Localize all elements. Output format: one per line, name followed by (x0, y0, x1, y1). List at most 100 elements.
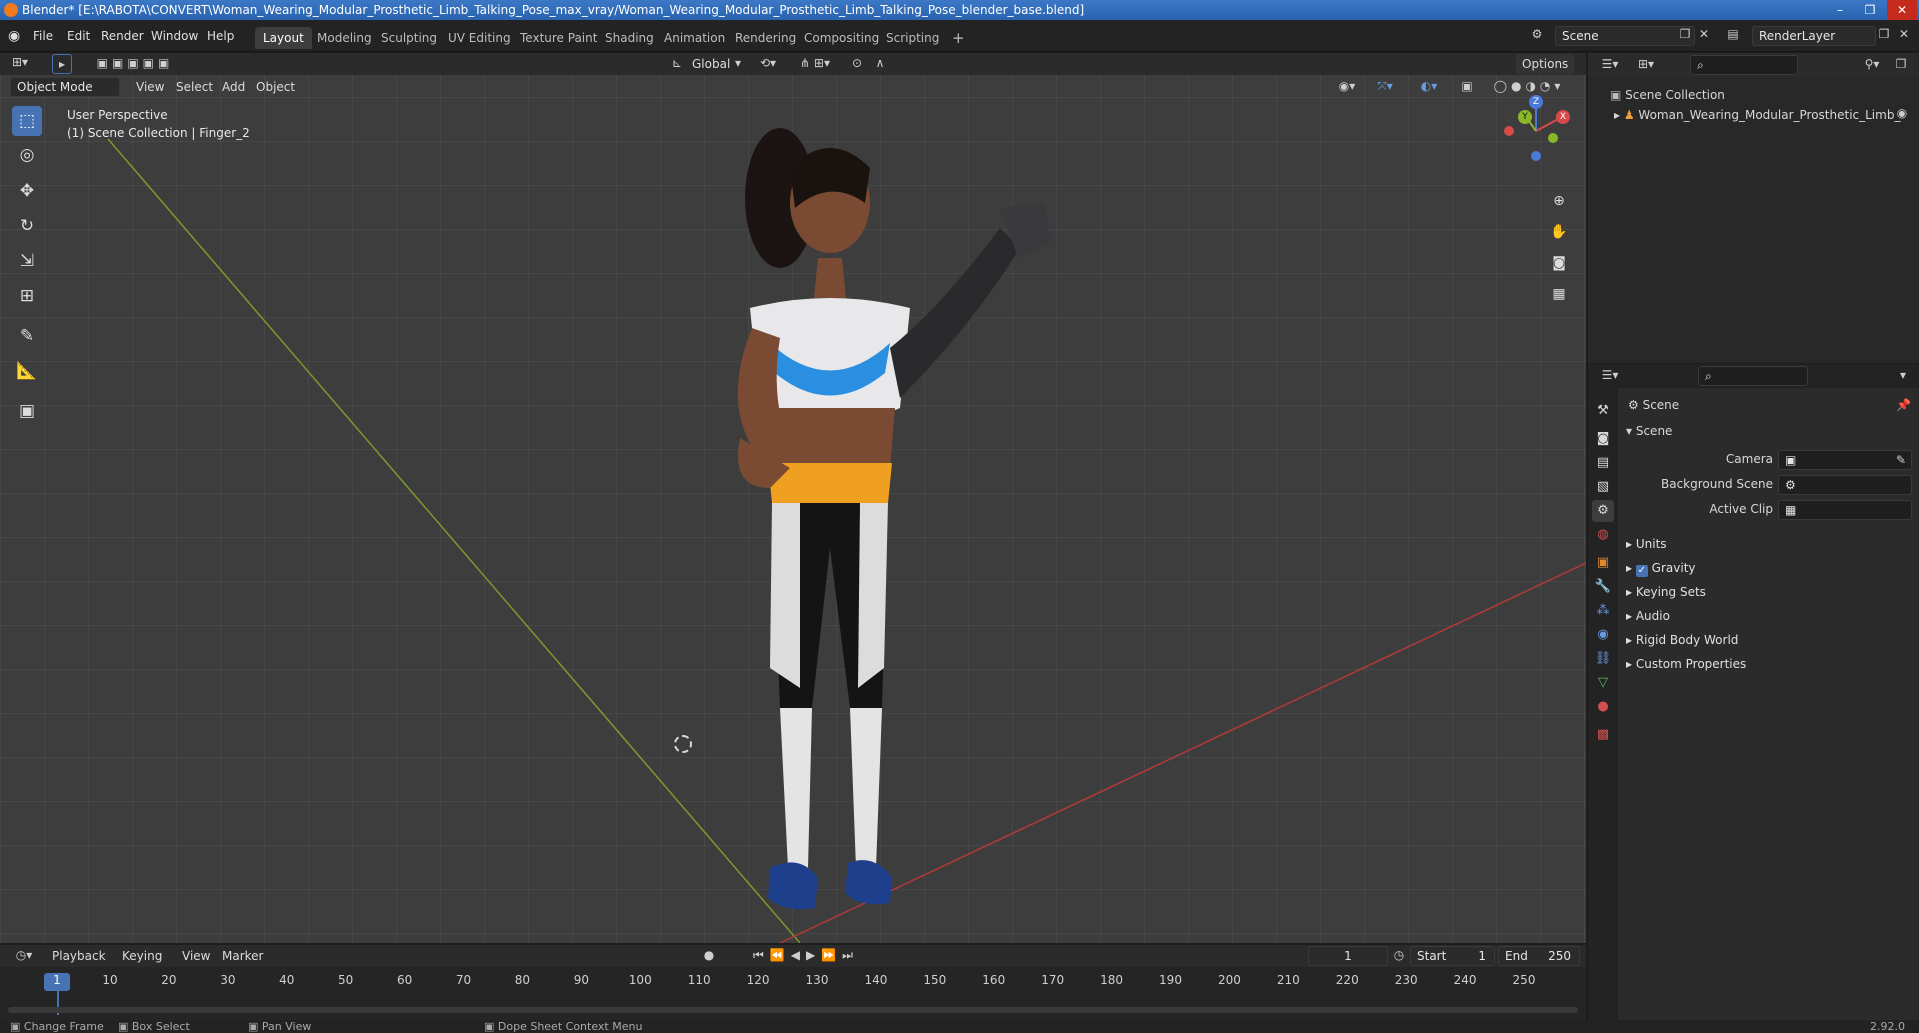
tab-animation[interactable]: Animation (656, 27, 733, 49)
particles-tab-icon[interactable]: ⁂ (1592, 600, 1614, 622)
outliner-editor-icon[interactable]: ☰▾ (1596, 57, 1624, 71)
tab-texture-paint[interactable]: Texture Paint (512, 27, 605, 49)
cursor-tool-icon[interactable]: ◎ (12, 140, 42, 170)
constraints-tab-icon[interactable]: ⛓ (1592, 648, 1614, 670)
menu-window[interactable]: Window (144, 26, 205, 46)
timeline-menu-view[interactable]: View (176, 946, 216, 966)
object-tab-icon[interactable]: ▣ (1592, 552, 1614, 574)
viewport-3d[interactable]: User Perspective (1) Scene Collection | … (0, 53, 1586, 943)
texture-tab-icon[interactable]: ▩ (1592, 724, 1614, 746)
transform-orientation-dropdown[interactable]: Global (686, 54, 736, 74)
playback-controls-icons[interactable]: ⏮⏪◀▶⏩⏭ (746, 948, 866, 963)
modifier-tab-icon[interactable]: 🔧 (1592, 576, 1614, 598)
menu-render[interactable]: Render (94, 26, 151, 46)
filter-icon[interactable]: ⚲▾ (1858, 57, 1886, 71)
gizmo-neg-z[interactable] (1531, 151, 1541, 161)
delete-scene-icon[interactable]: ✕ (1697, 27, 1711, 41)
gravity-checkbox[interactable]: ✓ (1635, 565, 1648, 577)
delete-render-layer-icon[interactable]: ✕ (1897, 27, 1911, 41)
start-frame-field[interactable]: Start 1 (1410, 946, 1495, 966)
scene-name-field[interactable]: Scene (1555, 26, 1695, 46)
maximize-button[interactable]: ❐ (1855, 0, 1885, 20)
tab-uv-editing[interactable]: UV Editing (440, 27, 519, 49)
transform-orientation-icon[interactable]: ⊾ (670, 56, 684, 70)
scene-icon[interactable]: ⚙ (1528, 27, 1546, 41)
move-tool-icon[interactable]: ✥ (12, 176, 42, 206)
timeline-scrollbar[interactable] (8, 1007, 1578, 1013)
render-tab-icon[interactable]: ◙ (1592, 428, 1614, 450)
display-mode-icon[interactable]: ⊞▾ (1632, 57, 1660, 71)
properties-search-input[interactable]: ⌕ (1698, 366, 1808, 386)
object-mode-dropdown[interactable]: Object Mode (10, 77, 120, 97)
panel-rigid-body-world[interactable]: ▸ Rigid Body World (1626, 628, 1738, 652)
tab-scripting[interactable]: Scripting (878, 27, 947, 49)
camera-field[interactable]: ▣ (1778, 450, 1912, 470)
timeline-menu-marker[interactable]: Marker (216, 946, 269, 966)
xray-toggle-icon[interactable]: ▣ (1460, 79, 1474, 93)
proportional-edit-icon[interactable]: ⊙ (850, 56, 864, 70)
tab-modeling[interactable]: Modeling (309, 27, 380, 49)
tab-compositing[interactable]: Compositing (796, 27, 887, 49)
tab-shading[interactable]: Shading (597, 27, 662, 49)
view-layer-tab-icon[interactable]: ▧ (1592, 476, 1614, 498)
transform-tool-icon[interactable]: ⊞ (12, 281, 42, 311)
close-button[interactable]: ✕ (1887, 0, 1917, 20)
new-scene-icon[interactable]: ❐ (1678, 27, 1692, 41)
render-layer-icon[interactable]: ▤ (1724, 27, 1742, 41)
minimize-button[interactable]: – (1825, 0, 1855, 20)
ortho-grid-icon[interactable]: ▦ (1546, 281, 1572, 307)
measure-tool-icon[interactable]: 📐 (12, 356, 42, 386)
rotate-tool-icon[interactable]: ↻ (12, 211, 42, 241)
gizmo-neg-x[interactable] (1504, 126, 1514, 136)
timeline-ruler[interactable]: 1 10 20 30 40 50 60 70 80 90 100 110 120 130 140 150 160… (0, 973, 1586, 991)
snap-icon[interactable]: ⋔ ⊞▾ (790, 56, 840, 70)
new-collection-icon[interactable]: ❐ (1893, 57, 1909, 71)
end-frame-field[interactable]: End 250 (1498, 946, 1580, 966)
eyedropper-icon[interactable]: ✎ (1894, 453, 1908, 467)
panel-custom-properties[interactable]: ▸ Custom Properties (1626, 652, 1746, 676)
data-tab-icon[interactable]: ▽ (1592, 672, 1614, 694)
eye-icon[interactable]: ◉ (1894, 106, 1910, 120)
add-cube-tool-icon[interactable]: ▣ (12, 396, 42, 426)
new-render-layer-icon[interactable]: ❐ (1877, 27, 1891, 41)
panel-keying-sets[interactable]: ▸ Keying Sets (1626, 580, 1706, 604)
annotate-tool-icon[interactable]: ✎ (12, 321, 42, 351)
material-tab-icon[interactable]: ● (1592, 696, 1614, 718)
outliner-item[interactable]: ▸ ♟ Woman_Wearing_Modular_Prosthetic_Lim… (1614, 105, 1914, 125)
render-layer-field[interactable]: RenderLayer (1752, 26, 1876, 46)
current-frame-field[interactable]: 1 (1308, 946, 1388, 966)
scene-section-header[interactable]: ▾ Scene (1626, 420, 1672, 442)
pin-icon[interactable]: 📌 (1896, 398, 1911, 412)
properties-editor-icon[interactable]: ☰▾ (1596, 368, 1624, 382)
3d-cursor-icon[interactable] (674, 735, 692, 753)
viewport-menu-select[interactable]: Select (170, 77, 219, 97)
character-model[interactable] (700, 108, 1100, 943)
options-dropdown[interactable]: Options (1516, 54, 1575, 74)
record-icon[interactable]: ● (702, 948, 716, 962)
menu-help[interactable]: Help (200, 26, 241, 46)
expand-arrow-icon[interactable]: ▸ (1614, 108, 1624, 122)
menu-edit[interactable]: Edit (60, 26, 97, 46)
physics-tab-icon[interactable]: ◉ (1592, 624, 1614, 646)
viewport-menu-object[interactable]: Object (250, 77, 301, 97)
chevron-down-icon[interactable]: ▾ (733, 56, 743, 70)
gizmo-neg-y[interactable] (1548, 133, 1558, 143)
timeline-menu-keying[interactable]: Keying (116, 946, 168, 966)
camera-view-icon[interactable]: ◙ (1546, 250, 1572, 276)
select-box-modes-icon[interactable]: ▣▣▣▣▣ (90, 56, 180, 70)
gizmo-y[interactable]: Y (1518, 110, 1532, 124)
clock-icon[interactable]: ◷ (1392, 948, 1406, 962)
shading-mode-icons[interactable]: ◯●◑◔▾ (1484, 79, 1574, 93)
scene-tab-icon[interactable]: ⚙ (1592, 500, 1614, 522)
timeline-editor-icon[interactable]: ◷▾ (10, 948, 38, 962)
world-tab-icon[interactable]: ◍ (1592, 524, 1614, 546)
tab-sculpting[interactable]: Sculpting (373, 27, 445, 49)
blender-menu-icon[interactable]: ◉ (8, 28, 20, 44)
gizmo-x[interactable]: X (1556, 110, 1570, 124)
zoom-icon[interactable]: ⊕ (1546, 188, 1572, 214)
pivot-point-icon[interactable]: ⟲▾ (756, 56, 780, 70)
falloff-icon[interactable]: ∧ (870, 56, 890, 70)
tab-rendering[interactable]: Rendering (727, 27, 804, 49)
menu-file[interactable]: File (26, 26, 60, 46)
active-clip-field[interactable]: ▦ (1778, 500, 1912, 520)
